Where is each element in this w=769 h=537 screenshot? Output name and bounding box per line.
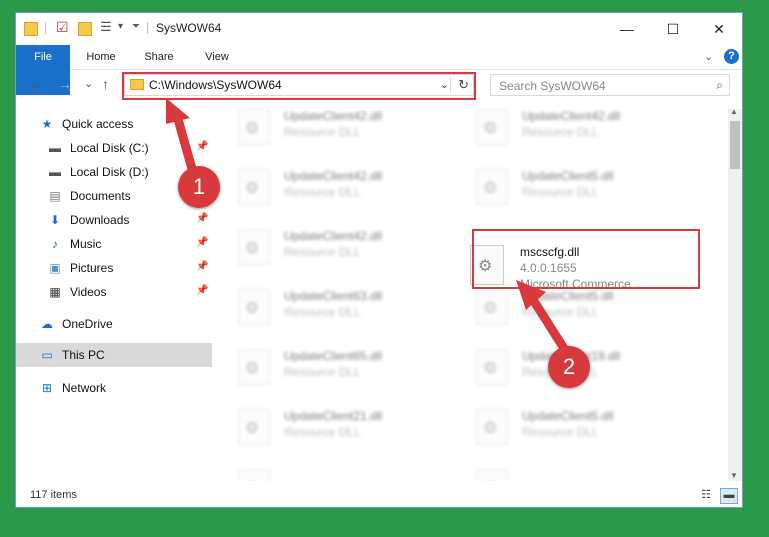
arrow-1-head	[166, 98, 190, 124]
step-badge-1: 1	[178, 166, 220, 208]
step-badge-2: 2	[548, 346, 590, 388]
annotation-arrows	[166, 98, 570, 355]
arrow-2-line	[527, 293, 570, 355]
